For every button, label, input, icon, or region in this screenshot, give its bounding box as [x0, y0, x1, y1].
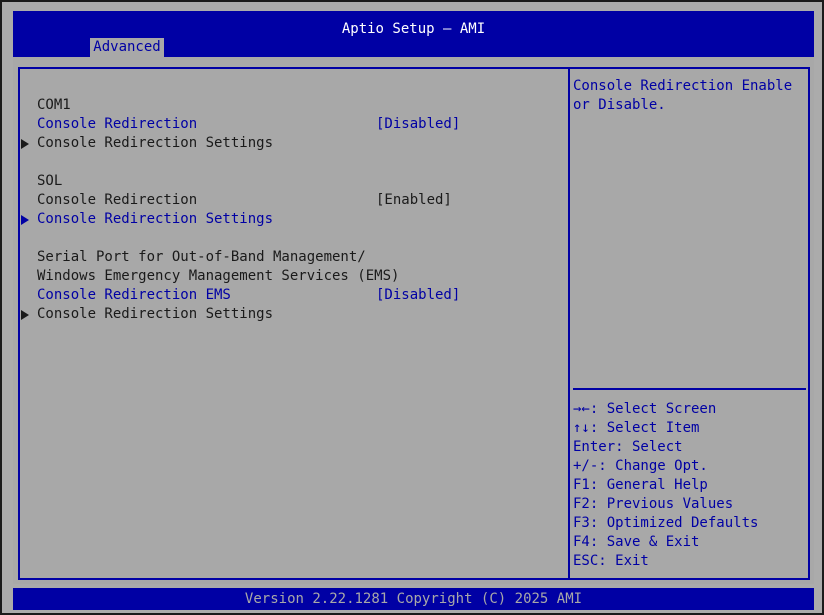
section-heading: Windows Emergency Management Services (E… — [37, 268, 400, 284]
bios-window: Aptio Setup – AMI Advanced COM1 Console … — [0, 0, 824, 615]
submenu-arrow-icon — [21, 139, 29, 149]
settings-panel: COM1 Console Redirection [Disabled] Cons… — [18, 67, 570, 580]
key-previous-values: F2: Previous Values — [573, 496, 734, 512]
footer-version: Version 2.22.1281 Copyright (C) 2025 AMI — [13, 588, 814, 610]
key-optimized-defaults: F3: Optimized Defaults — [573, 515, 759, 531]
submenu-label: Console Redirection Settings — [37, 211, 274, 227]
option-label: Console Redirection EMS — [37, 287, 231, 303]
help-panel: Console Redirection Enable or Disable. →… — [568, 67, 810, 580]
key-select-item: ↑↓: Select Item — [573, 420, 700, 436]
submenu-arrow-icon — [21, 310, 29, 320]
key-save-exit: F4: Save & Exit — [573, 534, 700, 550]
key-esc-exit: ESC: Exit — [573, 553, 649, 569]
option-label: Console Redirection — [37, 116, 198, 132]
window-title: Aptio Setup – AMI — [341, 21, 486, 37]
section-heading: SOL — [37, 173, 63, 189]
option-value: [Enabled] — [376, 192, 452, 208]
submenu-arrow-icon — [21, 215, 29, 225]
section-heading: Serial Port for Out-of-Band Management/ — [37, 249, 366, 265]
option-label: Console Redirection — [37, 192, 198, 208]
key-change-opt: +/-: Change Opt. — [573, 458, 708, 474]
submenu-label: Console Redirection Settings — [37, 135, 274, 151]
key-legend: →←: Select Screen ↑↓: Select Item Enter:… — [573, 400, 803, 571]
tab-advanced[interactable]: Advanced — [90, 38, 164, 57]
header-bar: Aptio Setup – AMI Advanced — [13, 11, 814, 57]
help-description: Console Redirection Enable or Disable. — [573, 78, 793, 113]
help-divider — [573, 388, 806, 390]
key-select-screen: →←: Select Screen — [573, 401, 717, 417]
section-heading: COM1 — [37, 97, 71, 113]
option-value[interactable]: [Disabled] — [376, 115, 460, 134]
key-enter-select: Enter: Select — [573, 439, 683, 455]
option-value[interactable]: [Disabled] — [376, 286, 460, 305]
main-area: COM1 Console Redirection [Disabled] Cons… — [13, 57, 814, 584]
key-general-help: F1: General Help — [573, 477, 708, 493]
submenu-label: Console Redirection Settings — [37, 306, 274, 322]
